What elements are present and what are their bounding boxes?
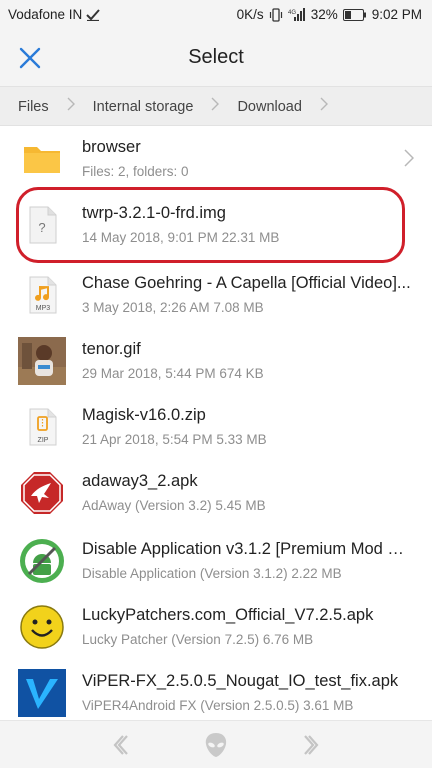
file-meta: 14 May 2018, 9:01 PM 22.31 MB — [82, 230, 280, 245]
file-row-disable-application[interactable]: Disable Application v3.1.2 [Premium Mod … — [0, 529, 432, 593]
folder-row-browser[interactable]: browser Files: 2, folders: 0 — [0, 127, 432, 191]
zip-label: ZIP — [38, 437, 49, 444]
lucky-patcher-icon — [20, 605, 64, 649]
folder-icon — [24, 147, 60, 173]
bottom-nav — [0, 720, 432, 768]
file-meta: 29 Mar 2018, 5:44 PM 674 KB — [82, 366, 264, 381]
breadcrumb-label: Files — [18, 99, 49, 115]
breadcrumb-files[interactable]: Files — [0, 97, 75, 115]
file-meta: Files: 2, folders: 0 — [82, 164, 189, 179]
file-row-viper-fx[interactable]: ViPER-FX_2.5.0.5_Nougat_IO_test_fix.apk … — [0, 661, 432, 720]
file-name: browser — [82, 138, 141, 156]
viper-fx-icon — [18, 669, 66, 717]
file-row-magisk-zip[interactable]: ZIP Magisk-v16.0.zip 21 Apr 2018, 5:54 P… — [0, 395, 432, 459]
back-button[interactable] — [106, 731, 134, 759]
adaway-app-icon — [21, 472, 63, 514]
file-meta: 21 Apr 2018, 5:54 PM 5.33 MB — [82, 432, 267, 447]
chevron-right-icon — [211, 97, 220, 111]
alien-icon — [205, 733, 227, 757]
carrier-label: Vodafone IN — [8, 7, 83, 22]
clock: 9:02 PM — [371, 7, 422, 22]
breadcrumb-label: Internal storage — [92, 99, 194, 115]
file-name: Magisk-v16.0.zip — [82, 406, 206, 424]
forward-arrow-icon — [304, 735, 319, 755]
svg-text:4G: 4G — [288, 10, 296, 16]
file-name: Disable Application v3.1.2 [Premium Mod … — [82, 540, 412, 558]
file-name: LuckyPatchers.com_Official_V7.2.5.apk — [82, 606, 374, 624]
chevron-right-icon — [404, 149, 414, 167]
file-row-tenor-gif[interactable]: tenor.gif 29 Mar 2018, 5:44 PM 674 KB — [0, 329, 432, 393]
file-meta: AdAway (Version 3.2) 5.45 MB — [82, 498, 266, 513]
back-arrow-icon — [113, 735, 128, 755]
signal-check-icon — [86, 9, 100, 22]
breadcrumb-label: Download — [237, 99, 302, 115]
battery-percent: 32% — [310, 7, 338, 22]
mp3-file-icon: MP3 — [29, 276, 57, 314]
page-title: Select — [188, 46, 244, 68]
zip-file-icon: ZIP — [29, 408, 57, 446]
cell-signal-icon: 4G — [288, 7, 305, 21]
image-thumbnail-icon — [18, 337, 66, 385]
file-row-lucky-patcher[interactable]: LuckyPatchers.com_Official_V7.2.5.apk Lu… — [0, 595, 432, 659]
home-button[interactable] — [202, 731, 230, 759]
vibrate-icon — [269, 7, 282, 22]
file-list: browser Files: 2, folders: 0 ? twrp-3.2.… — [0, 127, 432, 720]
disable-app-icon — [20, 539, 64, 583]
status-bar: Vodafone IN 0K/s 4G 32% 9:02 PM — [0, 0, 432, 30]
file-meta: 3 May 2018, 2:26 AM 7.08 MB — [82, 300, 264, 315]
file-name: adaway3_2.apk — [82, 472, 198, 490]
file-name: Chase Goehring - A Capella [Official Vid… — [82, 274, 411, 292]
battery-icon — [342, 8, 366, 21]
file-name: tenor.gif — [82, 340, 141, 358]
file-meta: Lucky Patcher (Version 7.2.5) 6.76 MB — [82, 632, 314, 647]
svg-text:?: ? — [38, 220, 45, 235]
app-bar: Select — [0, 30, 432, 86]
file-meta: Disable Application (Version 3.1.2) 2.22… — [82, 566, 342, 581]
chevron-right-icon — [320, 97, 328, 111]
breadcrumb: Files Internal storage Download — [0, 86, 432, 126]
file-row-chase-goehring[interactable]: MP3 Chase Goehring - A Capella [Official… — [0, 263, 432, 327]
file-row-adaway[interactable]: adaway3_2.apk AdAway (Version 3.2) 5.45 … — [0, 461, 432, 525]
forward-button[interactable] — [298, 731, 326, 759]
file-meta: ViPER4Android FX (Version 2.5.0.5) 3.61 … — [82, 698, 354, 713]
mp3-label: MP3 — [36, 305, 51, 312]
unknown-file-icon: ? — [29, 206, 57, 244]
breadcrumb-internal-storage[interactable]: Internal storage — [75, 97, 220, 115]
file-name: twrp-3.2.1-0-frd.img — [82, 204, 226, 222]
file-name: ViPER-FX_2.5.0.5_Nougat_IO_test_fix.apk — [82, 672, 399, 690]
file-row-twrp[interactable]: ? twrp-3.2.1-0-frd.img 14 May 2018, 9:01… — [0, 193, 432, 257]
chevron-right-icon — [67, 97, 75, 111]
network-speed: 0K/s — [236, 7, 264, 22]
breadcrumb-download[interactable]: Download — [219, 97, 328, 115]
